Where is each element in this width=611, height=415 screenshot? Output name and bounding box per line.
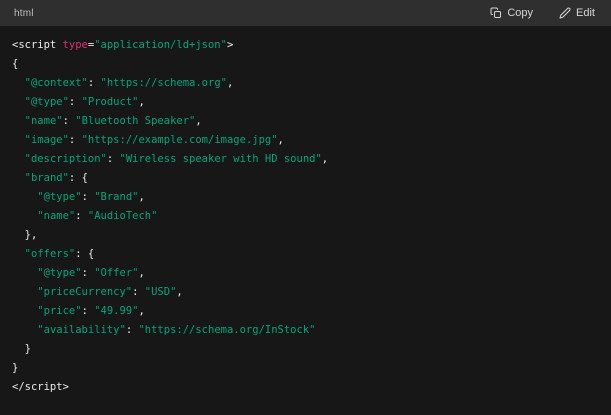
code-line: "offers": { [12, 245, 599, 264]
copy-button-label: Copy [507, 8, 533, 19]
code-line: "price": "49.99", [12, 302, 599, 321]
edit-pencil-icon [559, 7, 571, 19]
code-line: "@type": "Product", [12, 93, 599, 112]
code-line: "@type": "Offer", [12, 264, 599, 283]
code-line: }, [12, 226, 599, 245]
code-line: } [12, 359, 599, 378]
code-line: "@context": "https://schema.org", [12, 74, 599, 93]
code-line: "@type": "Brand", [12, 188, 599, 207]
code-line: "description": "Wireless speaker with HD… [12, 150, 599, 169]
code-content: <script type="application/ld+json">{ "@c… [12, 36, 599, 397]
code-line: "brand": { [12, 169, 599, 188]
code-line: } [12, 340, 599, 359]
code-block-window: html Copy Edit <s [0, 0, 611, 415]
code-language-label: html [14, 8, 34, 19]
code-line: </script> [12, 378, 599, 397]
code-block-header: html Copy Edit [0, 0, 611, 26]
code-line: "availability": "https://schema.org/InSt… [12, 321, 599, 340]
code-line: "name": "Bluetooth Speaker", [12, 112, 599, 131]
code-line: "priceCurrency": "USD", [12, 283, 599, 302]
code-line: "name": "AudioTech" [12, 207, 599, 226]
copy-button[interactable]: Copy [490, 7, 533, 19]
code-line: <script type="application/ld+json"> [12, 36, 599, 55]
edit-button-label: Edit [576, 8, 595, 19]
code-body: <script type="application/ld+json">{ "@c… [0, 26, 611, 415]
header-actions: Copy Edit [490, 7, 595, 19]
code-line: "image": "https://example.com/image.jpg"… [12, 131, 599, 150]
copy-icon [490, 7, 502, 19]
edit-button[interactable]: Edit [559, 7, 595, 19]
code-line: { [12, 55, 599, 74]
